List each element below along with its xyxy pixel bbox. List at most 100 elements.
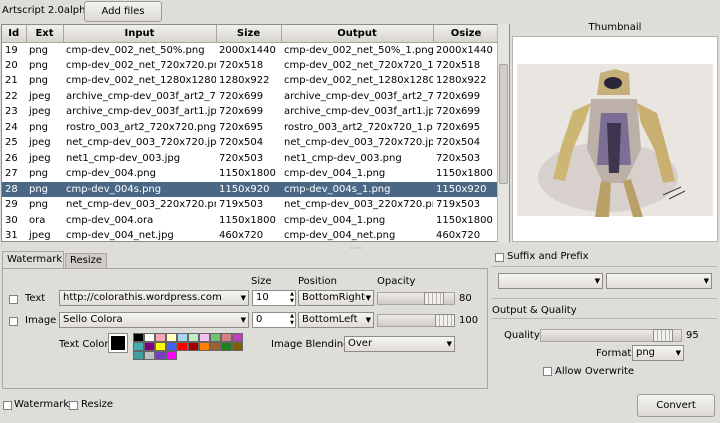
text-watermark-input[interactable]: http://colorathis.wordpress.com ▼ [59, 290, 249, 306]
allow-overwrite-checkbox[interactable] [543, 367, 552, 376]
table-row[interactable]: 29 png net_cmp-dev_003_220x720.png 719x503 n… [2, 197, 499, 213]
table-row[interactable]: 27 png cmp-dev_004.png 1150x1800 cmp-dev_004… [2, 166, 499, 182]
suffix-select[interactable]: ▼ [498, 273, 603, 289]
chevron-down-icon: ▼ [240, 316, 246, 324]
image-position-select[interactable]: BottomLeft ▼ [298, 312, 374, 328]
table-row[interactable]: 25 jpeg net_cmp-dev_003_720x720.jpg 720x504… [2, 135, 499, 151]
color-swatch[interactable] [177, 333, 188, 342]
table-cell: 720x699 [436, 90, 481, 102]
suffix-prefix-checkbox[interactable] [495, 253, 504, 262]
table-cell: 720x503 [219, 152, 264, 164]
table-cell: cmp-dev_004_net.jpg [66, 230, 174, 242]
column-header[interactable]: Output [281, 25, 434, 43]
color-swatch[interactable] [232, 342, 243, 351]
image-size-spinbox[interactable]: 0 ▲ ▼ [252, 312, 296, 328]
color-swatch[interactable] [199, 342, 210, 351]
color-swatch[interactable] [155, 342, 166, 351]
color-swatch[interactable] [199, 333, 210, 342]
table-cell: net_cmp-dev_003_720x720.jpg [284, 137, 433, 149]
color-swatch[interactable] [133, 351, 144, 360]
color-swatch[interactable] [144, 342, 155, 351]
text-size-spinbox[interactable]: 10 ▲ ▼ [252, 290, 296, 306]
tab-resize[interactable]: Resize [65, 253, 107, 268]
table-row[interactable]: 31 jpeg cmp-dev_004_net.jpg 460x720 cmp-dev_… [2, 228, 499, 242]
color-swatch[interactable] [166, 333, 177, 342]
quality-slider[interactable] [540, 329, 682, 342]
table-row[interactable]: 21pngcmp-dev_002_net_1280x1280.png1280x9… [2, 73, 499, 89]
color-swatch[interactable] [210, 333, 221, 342]
table-row[interactable]: 26 jpeg net1_cmp-dev_003.jpg 720x503 net1_cm… [2, 151, 499, 167]
table-cell: 720x699 [219, 90, 264, 102]
quality-value: 95 [686, 330, 699, 341]
image-watermark-checkbox[interactable] [9, 317, 18, 326]
prefix-select[interactable]: ▼ [606, 273, 712, 289]
column-header[interactable]: Osize [433, 25, 500, 43]
color-swatch[interactable] [166, 342, 177, 351]
text-color-swatch[interactable] [108, 333, 128, 353]
color-swatch[interactable] [133, 333, 144, 342]
table-cell: cmp-dev_004s.png [63, 181, 216, 197]
table-cell: png [26, 181, 63, 197]
table-row[interactable]: 19 png cmp-dev_002_net_50%.png 2000x1440 cmp… [2, 42, 499, 58]
image-watermark-label: Image [25, 315, 57, 326]
add-files-button[interactable]: Add files [84, 1, 162, 22]
table-scrollbar[interactable] [497, 24, 509, 242]
format-select[interactable]: png ▼ [632, 345, 684, 361]
table-row[interactable]: 28 png cmp-dev_004s.png 1150x920 cmp-dev_004… [2, 181, 499, 197]
table-row[interactable]: 30 ora cmp-dev_004.ora 1150x1800 cmp-dev_004… [2, 213, 499, 229]
color-swatch[interactable] [221, 333, 232, 342]
color-swatch[interactable] [221, 342, 232, 351]
scrollbar-thumb[interactable] [499, 64, 508, 184]
table-cell: 720x518 [436, 59, 481, 71]
color-swatch[interactable] [155, 333, 166, 342]
color-swatch[interactable] [188, 342, 199, 351]
color-swatch[interactable] [133, 342, 144, 351]
table-cell: 460x720 [219, 230, 264, 242]
table-row[interactable]: 23 jpeg archive_cmp-dev_003f_art1.jpg 720x6… [2, 104, 499, 120]
tab-watermark[interactable]: Watermark [2, 251, 64, 268]
table-cell: archive_cmp-dev_003f_art1.jpg [66, 106, 216, 118]
watermark-checkbox[interactable] [3, 401, 12, 410]
slider-handle[interactable] [653, 329, 673, 342]
table-row[interactable]: 20 png cmp-dev_002_net_720x720.png 720x518 c… [2, 58, 499, 74]
image-watermark-select[interactable]: Sello Colora ▼ [59, 312, 249, 328]
watermark-checkbox-label: Watermark [14, 399, 70, 410]
table-cell: png [29, 75, 49, 87]
color-swatch[interactable] [144, 333, 155, 342]
table-cell: cmp-dev_004s_1.png [281, 181, 433, 197]
table-cell: png [29, 168, 49, 180]
convert-button[interactable]: Convert [637, 394, 715, 417]
column-header[interactable]: Id [2, 25, 27, 43]
image-opacity-slider[interactable] [377, 314, 455, 327]
image-blending-select[interactable]: Over ▼ [344, 336, 455, 352]
color-swatch[interactable] [144, 351, 155, 360]
column-header[interactable]: Size [216, 25, 282, 43]
table-row[interactable]: 24 png rostro_003_art2_720x720.png 720x695 r… [2, 120, 499, 136]
text-watermark-label: Text [25, 293, 46, 304]
divider [492, 266, 717, 267]
color-swatch[interactable] [155, 351, 166, 360]
color-swatch[interactable] [210, 342, 221, 351]
table-cell: 2000x1440 [436, 44, 493, 56]
column-header[interactable]: Input [63, 25, 217, 43]
color-palette[interactable] [133, 333, 245, 360]
text-position-select[interactable]: BottomRight ▼ [298, 290, 374, 306]
table-row[interactable]: 22 jpeg archive_cmp-dev_003f_art2_720x720.… [2, 89, 499, 105]
resize-checkbox[interactable] [69, 401, 78, 410]
text-opacity-slider[interactable] [377, 292, 455, 305]
table-cell: cmp-dev_004.png [66, 168, 156, 180]
color-swatch[interactable] [232, 333, 243, 342]
splitter-handle[interactable]: ····· [350, 244, 363, 253]
text-watermark-checkbox[interactable] [9, 295, 18, 304]
slider-handle[interactable] [435, 314, 455, 327]
text-opacity-value: 80 [459, 293, 472, 304]
color-swatch[interactable] [188, 333, 199, 342]
table-cell: 719x503 [219, 199, 264, 211]
file-table[interactable]: Id Ext Input Size Output Osize 19 png cmp-dev_0… [1, 24, 510, 242]
slider-handle[interactable] [424, 292, 444, 305]
table-cell: net1_cmp-dev_003.jpg [66, 152, 181, 164]
column-header[interactable]: Ext [26, 25, 64, 43]
table-cell: jpeg [29, 137, 51, 149]
color-swatch[interactable] [177, 342, 188, 351]
color-swatch[interactable] [166, 351, 177, 360]
